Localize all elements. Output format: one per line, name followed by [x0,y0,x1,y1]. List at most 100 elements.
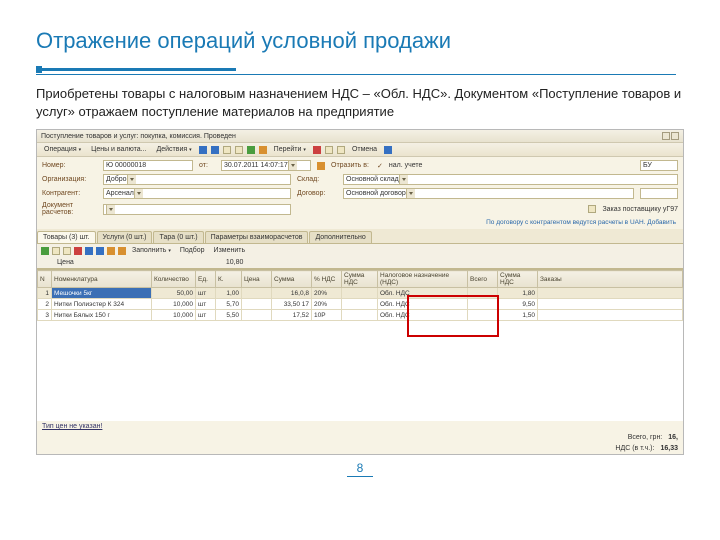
window-min-icon[interactable] [662,132,670,140]
tab-goods[interactable]: Товары (3) шт. [37,231,96,243]
col-k[interactable]: К. [216,271,242,288]
footer-totals: Всего, грн: 16, [37,432,683,443]
dokument-input[interactable] [103,204,291,215]
toolbar-prices[interactable]: Цены и валюта... [88,145,149,154]
window-close-icon[interactable] [671,132,679,140]
edit-icon[interactable] [63,247,71,255]
bu-input[interactable]: БУ [640,160,678,171]
nds-label: НДС (в т.ч.): [615,445,654,452]
footer-link[interactable]: Тип цен не указан! [37,421,683,432]
page-number: 8 [36,461,684,477]
toolbar-actions[interactable]: Действия▾ [153,145,194,154]
data-table: N Номенклатура Количество Ед. К. Цена Су… [37,269,683,421]
doc2-icon[interactable] [235,146,243,154]
sklad-dd-icon[interactable] [399,175,408,184]
col-vsego[interactable]: Всего [468,271,498,288]
col-snds[interactable]: Сумма НДС [342,271,378,288]
kontr-label: Контрагент: [42,190,97,197]
number-label: Номер: [42,162,97,169]
accent-bar [36,68,236,71]
org-input[interactable]: Добро [103,174,291,185]
col-pds[interactable]: % НДС [312,271,342,288]
table-row[interactable]: 2 Нитки Полиэстер К 324 10,000 шт 5,70 3… [38,299,683,310]
price-label: Цена [57,259,74,266]
tab-extra[interactable]: Дополнительно [309,231,371,243]
toolbar-operation[interactable]: Операция▾ [41,145,84,154]
col-n[interactable]: N [38,271,52,288]
calendar2-icon[interactable] [317,162,325,170]
window-titlebar: Поступление товаров и услуг: покупка, ко… [37,130,683,143]
slide-title: Отражение операций условной продажи [36,28,684,54]
add-icon[interactable] [41,247,49,255]
order-text: Заказ поставщику уГ97 [602,206,678,213]
footer-totals-2: НДС (в т.ч.): 16,33 [37,443,683,454]
help-icon[interactable] [384,146,392,154]
copy-icon[interactable] [337,146,345,154]
app-window: Поступление товаров и услуг: покупка, ко… [36,129,684,455]
change-button[interactable]: Изменить [211,246,249,255]
delete-icon[interactable] [74,247,82,255]
tab-services[interactable]: Услуги (0 шт.) [97,231,153,243]
calendar-icon[interactable] [288,161,297,170]
fill-button[interactable]: Заполнить▾ [129,246,174,255]
stop-icon[interactable] [313,146,321,154]
toolbar-go[interactable]: Перейти▾ [271,145,309,154]
print-icon[interactable] [325,146,333,154]
col-nazn[interactable]: Налоговое назначение (НДС) [378,271,468,288]
sklad-input[interactable]: Основной склад [343,174,678,185]
dogovor-dd-icon[interactable] [406,189,415,198]
select-button[interactable]: Подбор [177,246,208,255]
window-title: Поступление товаров и услуг: покупка, ко… [41,133,236,140]
form-header: Номер: Ю 00000018 от: 30.07.2011 14:07:1… [37,157,683,229]
tab-params[interactable]: Параметры взаиморасчетов [205,231,309,243]
refresh-icon[interactable] [211,146,219,154]
sort1-icon[interactable] [107,247,115,255]
nds-value: 16,33 [660,445,678,452]
total-value: 16, [668,434,678,441]
post-icon[interactable] [247,146,255,154]
price-bar: Цена 10,80 [37,257,683,269]
col-qty[interactable]: Количество [152,271,196,288]
col-zak[interactable]: Заказы [538,271,683,288]
kontr-input[interactable]: Арсенал [103,188,291,199]
col-sumnds[interactable]: Сумма НДС [498,271,538,288]
accent-thin [36,74,676,75]
tabs: Товары (3) шт. Услуги (0 шт.) Тара (0 шт… [37,229,683,244]
dokument-dd-icon[interactable] [106,205,115,214]
hint-text: По договору с контрагентом ведутся расче… [42,219,678,226]
price-value: 10,80 [226,259,244,266]
main-toolbar: Операция▾ Цены и валюта... Действия▾ Пер… [37,143,683,157]
save-icon[interactable] [199,146,207,154]
toolbar-cancel[interactable]: Отмена [349,145,380,154]
total-label: Всего, грн: [628,434,663,441]
nal-label: нал. учете [389,162,423,169]
table-row[interactable]: 1 Мешочки 5кг 50,00 шт 1,00 16,0,8 20% О… [38,288,683,299]
order-icon[interactable] [588,205,596,213]
dokument-label: Документ расчетов: [42,202,97,216]
dogovor-label: Договор: [297,190,337,197]
org-dd-icon[interactable] [127,175,136,184]
col-sum[interactable]: Сумма [272,271,312,288]
report-icon[interactable] [259,146,267,154]
sort2-icon[interactable] [118,247,126,255]
tab-tara[interactable]: Тара (0 шт.) [153,231,203,243]
col-ed[interactable]: Ед. [196,271,216,288]
col-nom[interactable]: Номенклатура [52,271,152,288]
table-toolbar: Заполнить▾ Подбор Изменить [37,244,683,257]
dogovor-input[interactable]: Основной договор [343,188,634,199]
org-label: Организация: [42,176,97,183]
col-price[interactable]: Цена [242,271,272,288]
date-input[interactable]: 30.07.2011 14:07:17 [221,160,311,171]
up-icon[interactable] [85,247,93,255]
number-input[interactable]: Ю 00000018 [103,160,193,171]
sklad-label: Склад: [297,176,337,183]
kontr-dd-icon[interactable] [134,189,143,198]
copy-row-icon[interactable] [52,247,60,255]
slide-description: Приобретены товары с налоговым назначени… [36,85,684,121]
table-row[interactable]: 3 Нитки Бялых 150 г 10,000 шт 5,50 17,52… [38,310,683,321]
extra-input[interactable] [640,188,678,199]
doc-icon[interactable] [223,146,231,154]
down-icon[interactable] [96,247,104,255]
date-label: от: [199,162,215,169]
empty-area [37,321,683,421]
